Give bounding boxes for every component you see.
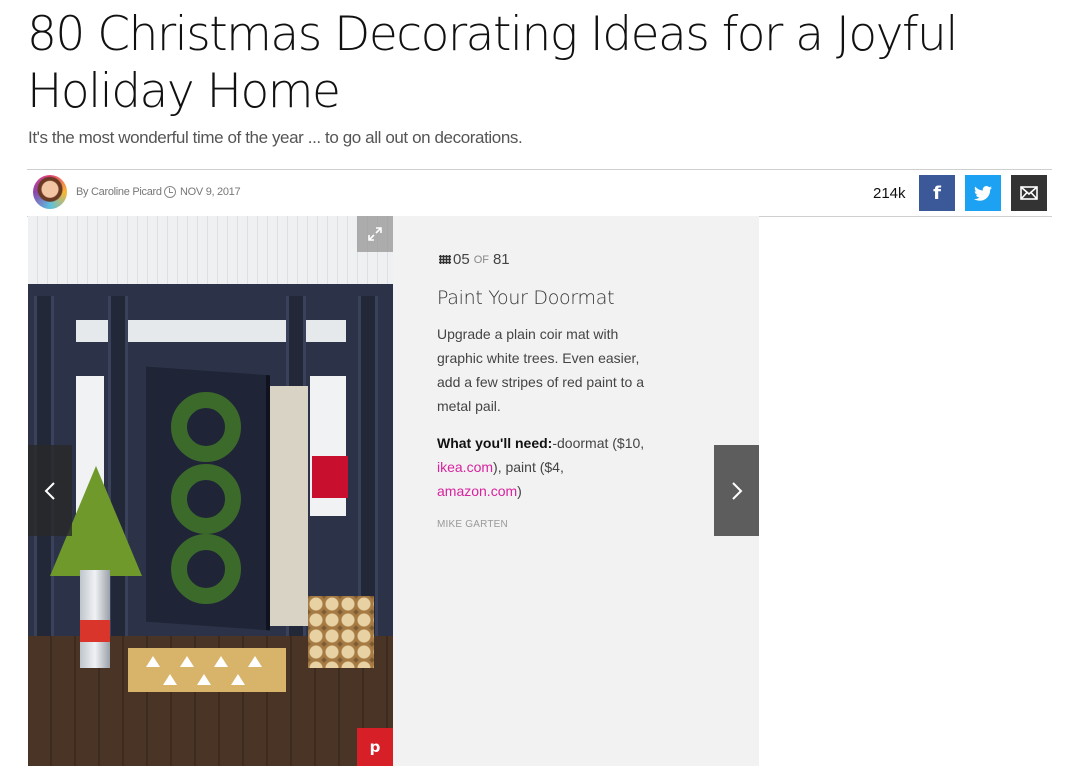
- supplies-text-part: -doormat ($10,: [552, 435, 645, 451]
- supplies-text: What you'll need:-doormat ($10, ikea.com…: [437, 431, 652, 503]
- clock-icon: [164, 186, 176, 198]
- rug-tree: [248, 656, 262, 667]
- chevron-right-icon: [731, 481, 742, 500]
- twitter-share-button[interactable]: [965, 175, 1001, 211]
- rug-tree: [231, 674, 245, 685]
- article-subtitle: It's the most wonderful time of the year…: [28, 128, 523, 147]
- slide-description: Upgrade a plain coir mat with graphic wh…: [437, 326, 645, 414]
- facebook-icon: f: [933, 182, 941, 204]
- rug-tree: [214, 656, 228, 667]
- slide-title: Paint Your Doormat: [437, 287, 615, 309]
- next-slide-button[interactable]: [714, 445, 759, 536]
- ikea-link[interactable]: ikea.com: [437, 459, 493, 475]
- slide-counter[interactable]: 05 OF 81: [439, 251, 510, 268]
- supplies-label: What you'll need:: [437, 435, 553, 451]
- interior-view: [268, 386, 308, 626]
- rug-tree: [163, 674, 177, 685]
- doormat: [128, 648, 286, 692]
- byline-bar: By Caroline Picard NOV 9, 2017 214k f: [27, 169, 1052, 217]
- article-title: 80 Christmas Decorating Ideas for a Joyf…: [27, 7, 958, 119]
- wreath: [171, 392, 241, 462]
- publish-date: NOV 9, 2017: [180, 186, 241, 198]
- red-mailbox: [312, 456, 348, 498]
- photo-ceiling: [28, 216, 393, 284]
- chevron-left-icon: [44, 481, 55, 500]
- metal-pail: [80, 570, 110, 668]
- grid-icon[interactable]: [439, 255, 451, 264]
- pinterest-icon: p: [369, 738, 381, 756]
- facebook-share-button[interactable]: f: [919, 175, 955, 211]
- slide-total: 81: [492, 251, 510, 268]
- red-stripe: [80, 620, 110, 642]
- previous-slide-button[interactable]: [28, 445, 72, 536]
- author-name[interactable]: By Caroline Picard: [76, 186, 162, 198]
- amazon-link[interactable]: amazon.com: [437, 483, 517, 499]
- expand-icon: [368, 227, 382, 241]
- slide-current: 05: [453, 251, 470, 268]
- photo-credit: MIKE GARTEN: [437, 519, 508, 530]
- pillar: [358, 296, 378, 636]
- slide-of: OF: [473, 253, 489, 266]
- envelope-icon: [1020, 186, 1038, 200]
- wreath: [171, 534, 241, 604]
- rug-tree: [197, 674, 211, 685]
- slideshow: p 05 OF 81 Paint Your Doormat Upgrade a …: [28, 216, 759, 766]
- twitter-icon: [974, 185, 992, 201]
- expand-button[interactable]: [357, 216, 393, 252]
- author-avatar[interactable]: [33, 175, 67, 209]
- supplies-text-part: ), paint ($4,: [493, 459, 564, 475]
- share-count: 214k: [873, 185, 906, 202]
- rug-tree: [180, 656, 194, 667]
- supplies-text-part: ): [517, 483, 522, 499]
- firewood-holder: [308, 596, 374, 668]
- email-share-button[interactable]: [1011, 175, 1047, 211]
- rug-tree: [146, 656, 160, 667]
- pinterest-button[interactable]: p: [357, 728, 393, 766]
- slide-photo[interactable]: [28, 216, 393, 766]
- wreath: [171, 464, 241, 534]
